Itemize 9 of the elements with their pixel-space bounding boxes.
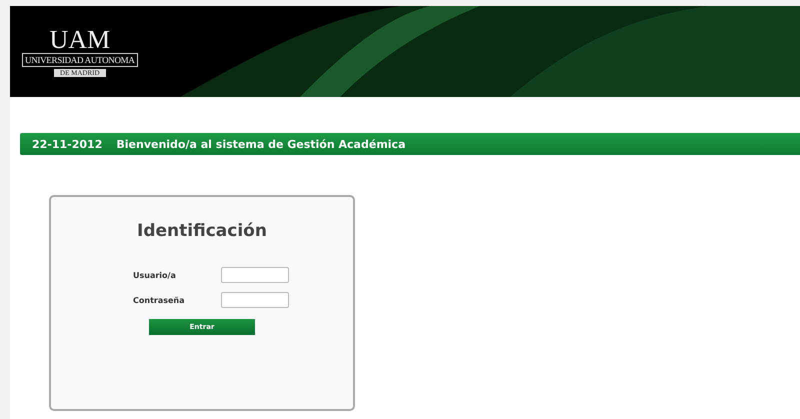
input-field[interactable]	[221, 267, 289, 283]
field-label: Contraseña	[133, 296, 186, 304]
input-field[interactable]	[221, 292, 289, 308]
logo-name: UNIVERSIDAD AUTONOMA	[22, 52, 138, 66]
login-title: Identificación	[137, 221, 267, 241]
logo-mark: UAM	[49, 26, 110, 52]
welcome-message: Bienvenido/a al sistema de Gestión Académica	[116, 138, 406, 150]
field-label: Usuario/a	[133, 270, 177, 280]
date-text: 22-11-2012	[32, 138, 102, 150]
